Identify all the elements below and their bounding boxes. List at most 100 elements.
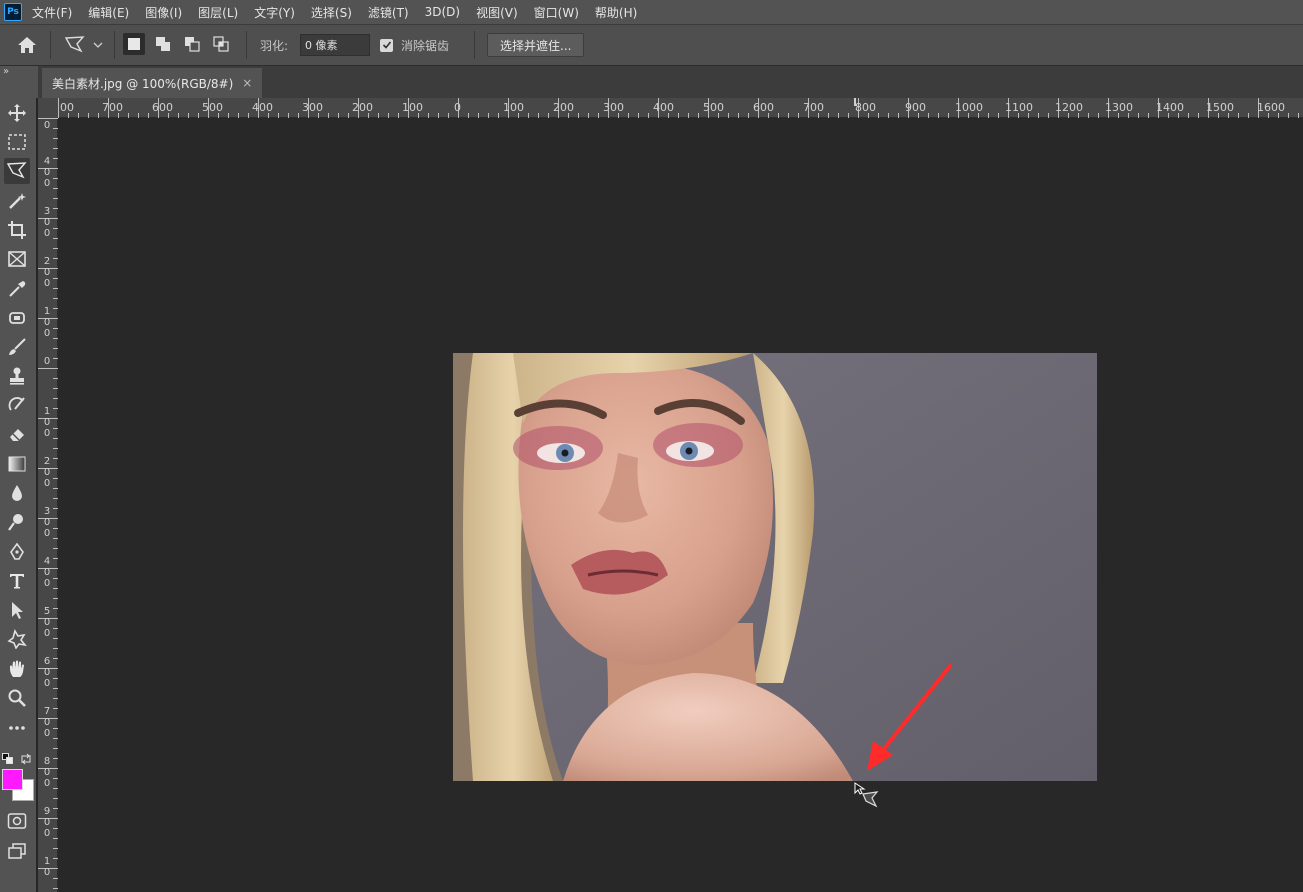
ruler-label: 3 0 0: [43, 506, 51, 539]
crop-tool[interactable]: [4, 217, 30, 243]
default-colors-button[interactable]: [2, 750, 14, 764]
ruler-label: 1200: [1055, 101, 1083, 114]
ruler-label: 00: [60, 101, 74, 114]
antialias-checkbox[interactable]: [380, 38, 393, 52]
menu-edit[interactable]: 编辑(E): [88, 4, 129, 21]
select-and-mask-button[interactable]: 选择并遮住...: [487, 33, 585, 57]
zoom-tool[interactable]: [4, 685, 30, 711]
dodge-icon: [8, 514, 23, 531]
shape-tool[interactable]: [4, 626, 30, 652]
ruler-label: 8 0 0: [43, 756, 51, 789]
ruler-label: 500: [703, 101, 724, 114]
home-button[interactable]: [14, 33, 40, 57]
history-brush-icon: [8, 397, 25, 411]
new-selection-icon: [128, 38, 140, 50]
tab-close-button[interactable]: ×: [242, 76, 252, 90]
menu-filter[interactable]: 滤镜(T): [368, 4, 409, 21]
document-image[interactable]: [453, 353, 1097, 781]
polygon-lasso-icon: [6, 162, 27, 179]
eyedropper-icon: [9, 281, 26, 297]
menu-window[interactable]: 窗口(W): [534, 4, 579, 21]
frame-icon: [8, 251, 26, 267]
collapse-toggle-icon[interactable]: »: [3, 66, 9, 77]
menu-select[interactable]: 选择(S): [311, 4, 352, 21]
menu-help[interactable]: 帮助(H): [595, 4, 637, 21]
history-brush-tool[interactable]: [4, 392, 30, 418]
brush-tool[interactable]: [4, 334, 30, 360]
document-tab-title: 美白素材.jpg @ 100%(RGB/8#): [52, 76, 234, 91]
marquee-tool[interactable]: [4, 129, 30, 155]
ruler-label: 500: [202, 101, 223, 114]
magic-wand-tool[interactable]: [4, 188, 30, 214]
crop-icon: [8, 221, 26, 239]
ruler-label: 1300: [1105, 101, 1133, 114]
feather-input[interactable]: [300, 34, 370, 56]
add-selection-icon: [156, 37, 170, 51]
eraser-icon: [10, 429, 24, 441]
menu-3d[interactable]: 3D(D): [425, 5, 460, 19]
frame-tool[interactable]: [4, 246, 30, 272]
eraser-tool[interactable]: [4, 421, 30, 447]
menu-image[interactable]: 图像(I): [145, 4, 182, 21]
ruler-label: 100: [402, 101, 423, 114]
path-select-tool[interactable]: [4, 597, 30, 623]
blur-tool[interactable]: [4, 480, 30, 506]
panel-collapse-strip[interactable]: »: [0, 66, 38, 98]
menu-layer[interactable]: 图层(L): [198, 4, 238, 21]
lasso-tool[interactable]: [4, 158, 30, 184]
dodge-tool[interactable]: [4, 509, 30, 535]
gradient-tool[interactable]: [4, 451, 30, 477]
ruler-label: 600: [753, 101, 774, 114]
brush-icon: [9, 338, 26, 355]
vertical-ruler[interactable]: 0 4 0 0 3 0 0 2 0 0 1 0 0 0 1 0 0 2 0 0 …: [38, 118, 58, 892]
quick-mask-button[interactable]: [4, 808, 30, 834]
menu-file[interactable]: 文件(F): [32, 4, 72, 21]
eyedropper-tool[interactable]: [4, 276, 30, 302]
foreground-color-swatch[interactable]: [2, 769, 23, 790]
chevron-down-icon: [93, 42, 103, 48]
stamp-tool[interactable]: [4, 363, 30, 389]
ruler-label: 300: [603, 101, 624, 114]
ruler-label: 400: [653, 101, 674, 114]
default-colors-icon: [2, 753, 13, 764]
healing-tool[interactable]: [4, 305, 30, 331]
intersect-selection-button[interactable]: [210, 33, 232, 55]
ruler-label: 0: [454, 101, 461, 114]
type-tool[interactable]: [4, 568, 30, 594]
type-icon: [10, 574, 24, 589]
horizontal-ruler[interactable]: 00 700 600 500 400 300 200 100 0 100 200…: [58, 98, 1303, 118]
menu-view[interactable]: 视图(V): [476, 4, 518, 21]
new-selection-button[interactable]: [123, 33, 145, 55]
antialias-option[interactable]: 消除锯齿: [380, 33, 460, 57]
ruler-label: 600: [152, 101, 173, 114]
ruler-label: 1000: [955, 101, 983, 114]
photoshop-logo-icon[interactable]: Ps: [4, 3, 22, 21]
subtract-selection-icon: [185, 37, 200, 52]
swap-colors-button[interactable]: [20, 750, 32, 765]
ruler-label: 700: [102, 101, 123, 114]
menu-type[interactable]: 文字(Y): [254, 4, 295, 21]
screen-mode-icon: [8, 843, 26, 859]
toolbox: [0, 98, 36, 892]
ruler-label: 200: [553, 101, 574, 114]
pen-tool[interactable]: [4, 539, 30, 565]
swap-arrow-icon: [21, 753, 31, 765]
pen-icon: [10, 542, 24, 560]
move-tool[interactable]: [4, 100, 30, 126]
tool-preset-picker[interactable]: [60, 33, 106, 57]
ruler-label: 0: [43, 356, 51, 367]
more-tools[interactable]: [4, 715, 30, 741]
document-tab[interactable]: 美白素材.jpg @ 100%(RGB/8#) ×: [42, 68, 263, 98]
separator: [246, 31, 247, 59]
hand-tool[interactable]: [4, 656, 30, 682]
ruler-label: 1100: [1005, 101, 1033, 114]
add-to-selection-button[interactable]: [152, 33, 174, 55]
screen-mode-button[interactable]: [4, 838, 30, 864]
document-tab-bar: 美白素材.jpg @ 100%(RGB/8#) ×: [38, 66, 1303, 98]
move-icon: [8, 104, 26, 122]
ruler-label: 1 0 0: [43, 406, 51, 439]
subtract-selection-button[interactable]: [181, 33, 203, 55]
polygon-lasso-icon: [64, 36, 85, 53]
intersect-selection-icon: [213, 36, 229, 52]
more-icon: [9, 726, 25, 730]
